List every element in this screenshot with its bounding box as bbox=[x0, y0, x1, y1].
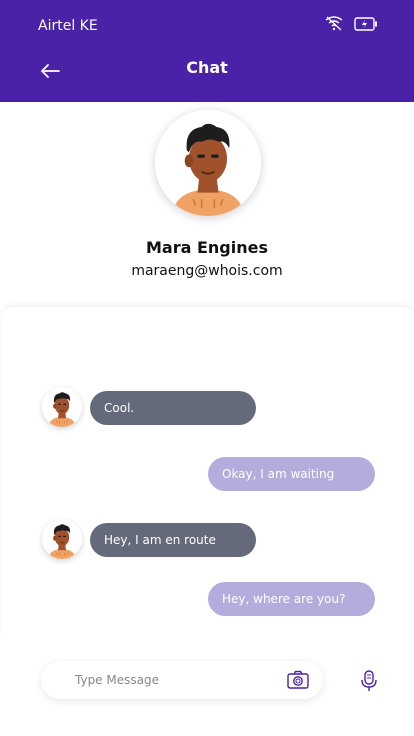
battery-icon bbox=[354, 16, 378, 35]
message-composer bbox=[0, 637, 414, 736]
message-bubble-incoming: Cool. bbox=[90, 391, 256, 425]
message-input-box bbox=[41, 661, 323, 699]
camera-icon bbox=[287, 670, 309, 689]
message-avatar bbox=[42, 387, 82, 427]
contact-profile: Mara Engines maraeng@whois.com bbox=[0, 102, 414, 307]
microphone-icon bbox=[361, 670, 377, 691]
contact-email: maraeng@whois.com bbox=[131, 263, 283, 279]
contact-avatar[interactable] bbox=[155, 110, 261, 216]
message-input[interactable] bbox=[75, 669, 275, 691]
carrier-name: Airtel KE bbox=[38, 18, 98, 34]
message-bubble-outgoing: Okay, I am waiting bbox=[208, 457, 375, 491]
contact-name: Mara Engines bbox=[146, 238, 268, 257]
message-list[interactable]: Cool. Okay, I am waiting Hey, I am en ro… bbox=[2, 307, 414, 637]
status-icons bbox=[324, 15, 378, 35]
message-bubble-outgoing: Hey, where are you? bbox=[208, 582, 375, 616]
message-avatar bbox=[42, 519, 82, 559]
wifi-icon bbox=[324, 15, 344, 35]
camera-button[interactable] bbox=[287, 670, 309, 690]
app-header: Airtel KE Chat bbox=[0, 0, 414, 102]
page-title: Chat bbox=[186, 58, 228, 77]
message-bubble-incoming: Hey, I am en route bbox=[90, 523, 256, 557]
microphone-button[interactable] bbox=[360, 670, 378, 692]
